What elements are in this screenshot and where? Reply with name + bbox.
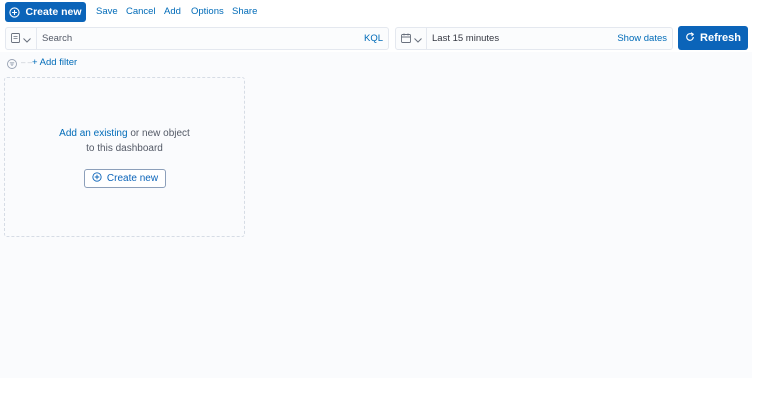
plus-in-circle-icon: [9, 6, 21, 18]
create-new-label: Create new: [25, 6, 82, 18]
empty-prompt-text: or new object: [127, 128, 190, 139]
plus-in-circle-icon: [92, 172, 102, 185]
save-query-icon: [11, 30, 20, 48]
query-bar: KQL Last 15 minutes Show dates Refresh: [0, 24, 752, 52]
empty-dashboard-panel: Add an existing or new object to this da…: [4, 77, 245, 237]
refresh-icon: [685, 31, 695, 45]
share-link[interactable]: Share: [232, 6, 257, 17]
add-filter-button[interactable]: + Add filter: [32, 57, 77, 68]
create-new-button[interactable]: Create new: [5, 2, 86, 22]
quick-select-button[interactable]: [396, 28, 427, 49]
save-link[interactable]: Save: [96, 6, 118, 17]
cancel-link[interactable]: Cancel: [126, 6, 156, 17]
search-bar: KQL: [5, 27, 389, 50]
filter-bar: – – + Add filter: [0, 52, 752, 72]
chevron-down-icon: [23, 30, 31, 48]
date-range-text[interactable]: Last 15 minutes: [432, 33, 499, 44]
options-link[interactable]: Options: [191, 6, 224, 17]
filter-icon[interactable]: [7, 56, 17, 74]
query-language-switcher[interactable]: KQL: [364, 33, 383, 44]
empty-prompt-line1: Add an existing or new object: [5, 126, 244, 141]
panel-create-new-button[interactable]: Create new: [84, 169, 166, 188]
add-existing-link[interactable]: Add an existing: [59, 128, 127, 139]
search-input[interactable]: [42, 31, 342, 46]
show-dates-link[interactable]: Show dates: [617, 33, 667, 44]
saved-query-menu-button[interactable]: [6, 28, 37, 49]
calendar-icon: [400, 30, 411, 48]
refresh-button[interactable]: Refresh: [678, 26, 748, 50]
chevron-down-icon: [413, 30, 422, 48]
filter-separator: – –: [21, 58, 33, 67]
refresh-label: Refresh: [700, 32, 741, 44]
add-link[interactable]: Add: [164, 6, 181, 17]
empty-prompt-line2: to this dashboard: [86, 143, 163, 154]
date-picker: Last 15 minutes Show dates: [395, 27, 673, 50]
top-toolbar: Create new Save Cancel Add Options Share: [0, 0, 752, 24]
panel-create-new-label: Create new: [106, 173, 159, 184]
empty-prompt: Add an existing or new object to this da…: [5, 126, 244, 156]
